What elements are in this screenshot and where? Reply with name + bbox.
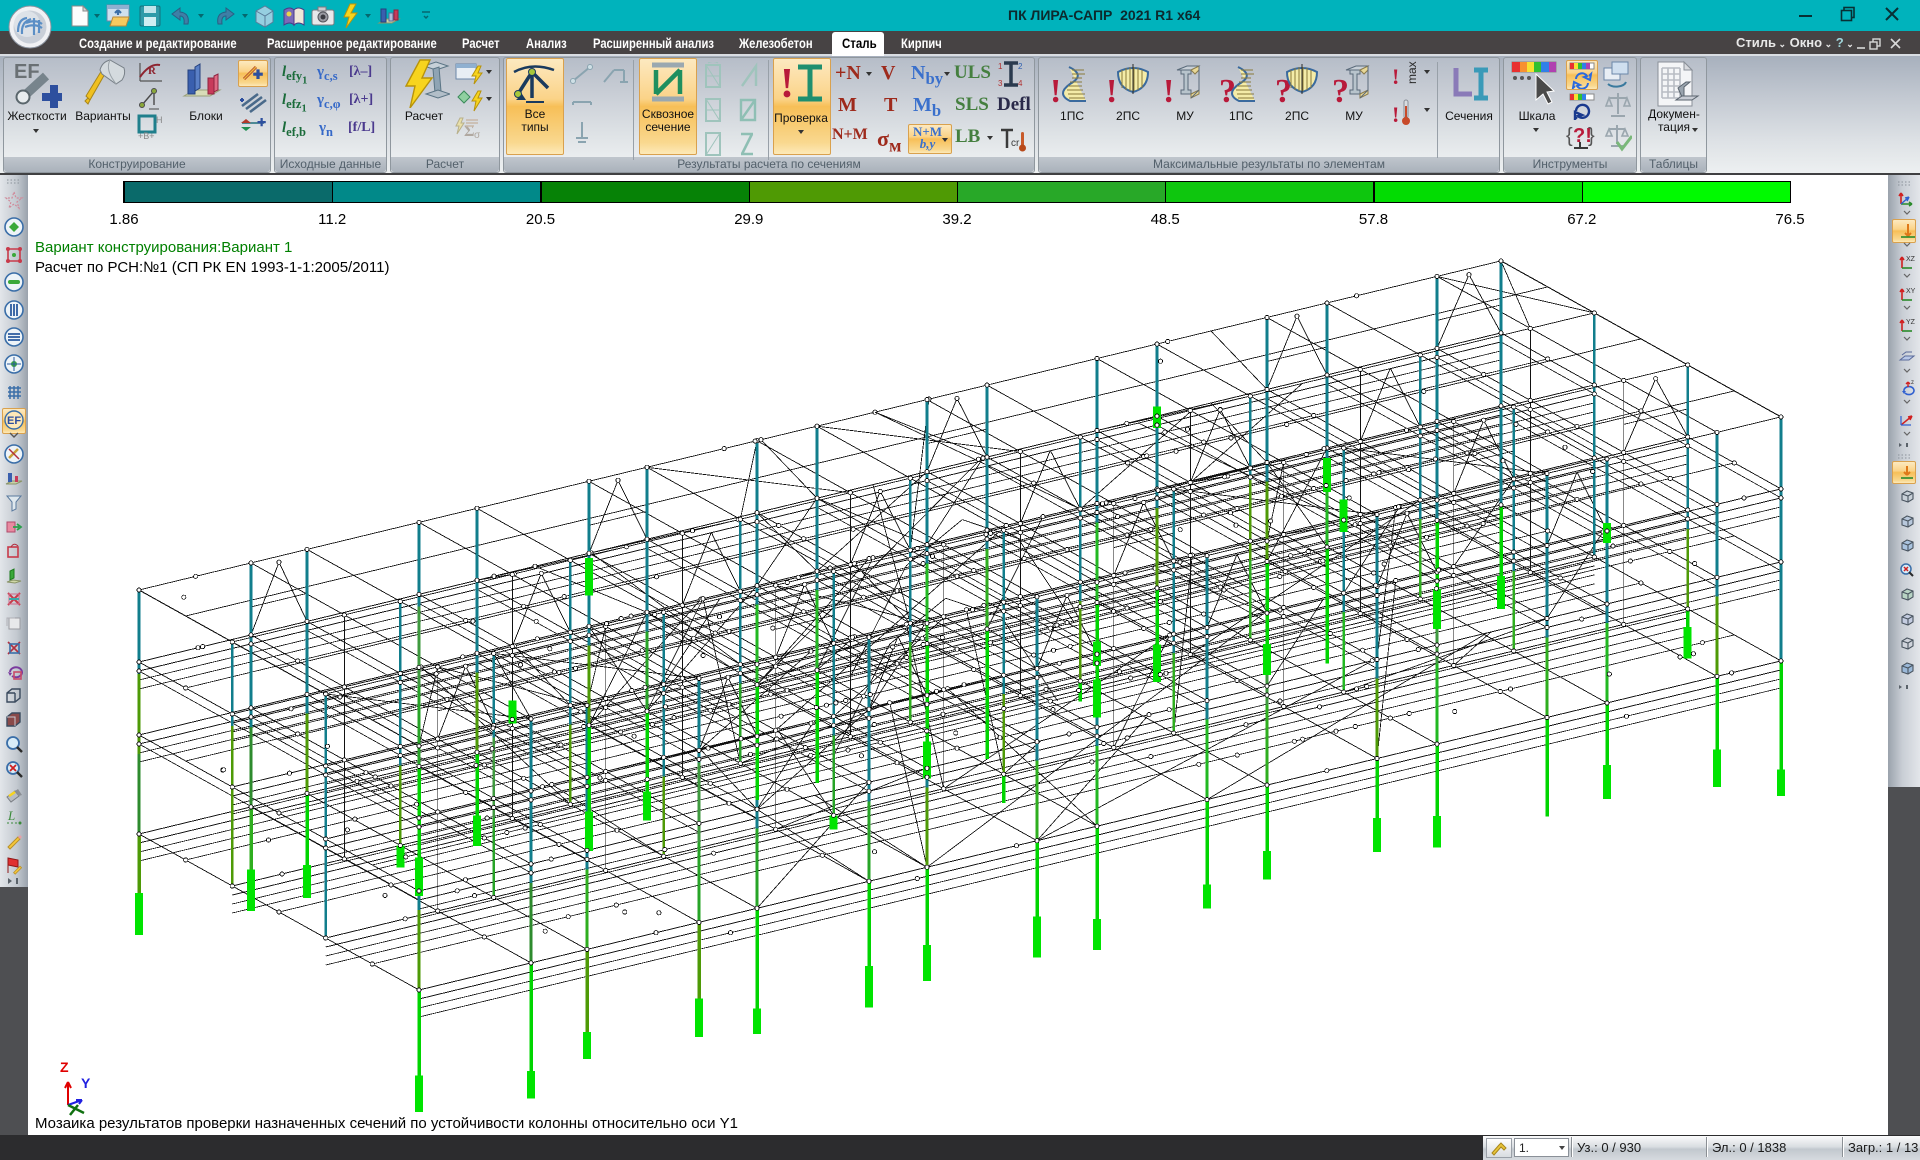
svg-text:XY: XY xyxy=(1906,288,1916,295)
svg-text:!: ! xyxy=(780,61,794,107)
svg-text:!: ! xyxy=(1392,64,1399,89)
svg-text:4: 4 xyxy=(1018,79,1023,88)
svg-text:σ: σ xyxy=(474,130,481,141)
svg-text:L: L xyxy=(7,808,15,823)
svg-text:z: z xyxy=(1911,380,1914,386)
svg-text:max: max xyxy=(1405,61,1419,84)
svg-text:3: 3 xyxy=(998,79,1003,88)
svg-text:?: ? xyxy=(1332,73,1349,106)
svg-text:2: 2 xyxy=(1018,62,1023,71)
svg-text:!: ! xyxy=(1050,73,1061,106)
svg-text:R: R xyxy=(148,65,157,77)
svg-text:Z: Z xyxy=(60,1060,69,1075)
svg-text:+B+: +B+ xyxy=(138,131,155,141)
svg-text:XZ: XZ xyxy=(1906,256,1916,263)
svg-text:YZ: YZ xyxy=(1906,319,1916,326)
svg-text:!: ! xyxy=(1106,73,1117,106)
svg-text:!: ! xyxy=(1392,102,1399,127)
svg-text:{: { xyxy=(1566,125,1573,147)
svg-text:cr: cr xyxy=(1011,138,1020,149)
svg-text:!: ! xyxy=(1163,73,1174,106)
svg-text:}: } xyxy=(1588,125,1595,147)
svg-text:1: 1 xyxy=(998,62,1003,71)
svg-text:Y: Y xyxy=(81,1075,91,1091)
svg-text:EF: EF xyxy=(7,415,21,427)
